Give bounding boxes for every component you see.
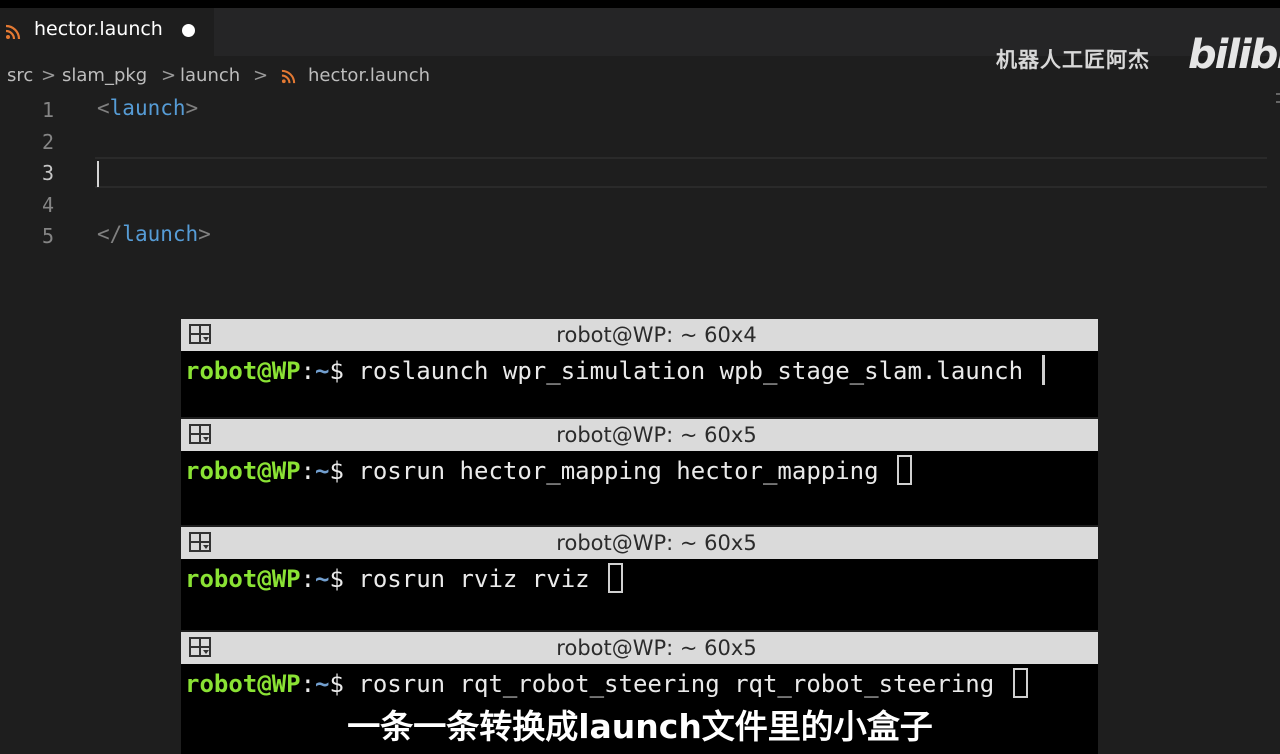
prompt-user: robot@WP <box>185 457 301 485</box>
terminal-command: rosrun rqt_robot_steering rqt_robot_stee… <box>358 670 995 698</box>
text-cursor <box>97 161 99 187</box>
tab-hector-launch[interactable]: hector.launch <box>0 8 214 56</box>
terminal-command-line[interactable]: robot@WP:~$ roslaunch wpr_simulation wpb… <box>185 355 1045 385</box>
terminal-title: robot@WP: ~ 60x4 <box>556 323 757 347</box>
breadcrumb-item-file[interactable]: hector.launch <box>308 65 430 86</box>
prompt-user: robot@WP <box>185 670 301 698</box>
terminal-command: rosrun hector_mapping hector_mapping <box>358 457 879 485</box>
terminal-cursor <box>1012 668 1028 698</box>
terminal-title-bar[interactable]: robot@WP: ~ 60x5 <box>181 632 1098 664</box>
scrollbar-marker <box>1276 93 1280 95</box>
chevron-right-icon: > <box>253 65 269 86</box>
terminal-title-bar[interactable]: robot@WP: ~ 60x5 <box>181 419 1098 451</box>
terminal-title: robot@WP: ~ 60x5 <box>556 531 757 555</box>
terminal-command: rosrun rviz rviz <box>358 565 590 593</box>
chevron-right-icon: > <box>41 65 57 86</box>
tag-open-bracket: </ <box>97 222 123 246</box>
terminal-command: roslaunch wpr_simulation wpb_stage_slam.… <box>358 357 1024 385</box>
prompt-dollar: $ <box>329 670 344 698</box>
tag-close-bracket: > <box>185 96 199 120</box>
video-subtitle: 一条一条转换成launch文件里的小盒子 <box>347 707 933 746</box>
tag-close-bracket: > <box>198 222 211 246</box>
breadcrumb-item-launch[interactable]: launch <box>180 65 240 86</box>
unsaved-dot-icon[interactable] <box>182 24 195 37</box>
prompt-colon: : <box>300 565 316 593</box>
current-line-highlight <box>95 157 1267 188</box>
terminal-title: robot@WP: ~ 60x5 <box>556 423 757 447</box>
prompt-dollar: $ <box>329 457 344 485</box>
breadcrumb-item-src[interactable]: src <box>7 65 33 86</box>
prompt-dollar: $ <box>329 565 344 593</box>
line-number-active: 3 <box>41 161 54 185</box>
prompt-colon: : <box>300 457 316 485</box>
line-number: 4 <box>41 193 54 217</box>
bilibili-logo: bilibili <box>1188 32 1280 78</box>
tag-open-bracket: < <box>97 96 110 120</box>
line-number: 2 <box>41 130 54 154</box>
rss-icon <box>281 69 296 84</box>
terminal-window-2[interactable]: robot@WP: ~ 60x5 robot@WP:~$ rosrun hect… <box>181 419 1098 525</box>
top-strip <box>0 0 1280 8</box>
terminal-command-line[interactable]: robot@WP:~$ rosrun rqt_robot_steering rq… <box>185 668 1028 698</box>
prompt-colon: : <box>300 357 316 385</box>
scrollbar-marker <box>1276 101 1280 103</box>
tag-name: launch <box>122 222 199 246</box>
prompt-path: ~ <box>315 357 330 385</box>
tab-label: hector.launch <box>34 18 163 40</box>
terminal-command-line[interactable]: robot@WP:~$ rosrun hector_mapping hector… <box>185 455 913 485</box>
terminal-cursor <box>1041 355 1045 385</box>
terminal-cursor <box>608 563 624 593</box>
channel-watermark: 机器人工匠阿杰 <box>996 48 1150 72</box>
chevron-right-icon: > <box>161 65 177 86</box>
prompt-user: robot@WP <box>185 357 301 385</box>
code-line-5[interactable]: </launch> <box>97 222 211 246</box>
terminal-window-1[interactable]: robot@WP: ~ 60x4 robot@WP:~$ roslaunch w… <box>181 319 1098 417</box>
code-line-1[interactable]: <launch> <box>97 96 198 120</box>
rss-icon <box>5 24 21 40</box>
prompt-user: robot@WP <box>185 565 301 593</box>
prompt-path: ~ <box>315 670 330 698</box>
terminal-title-bar[interactable]: robot@WP: ~ 60x4 <box>181 319 1098 351</box>
prompt-colon: : <box>300 670 316 698</box>
line-number: 5 <box>41 224 54 248</box>
terminal-title: robot@WP: ~ 60x5 <box>556 636 757 660</box>
terminal-cursor <box>897 455 913 485</box>
prompt-path: ~ <box>315 565 330 593</box>
breadcrumb-item-slam-pkg[interactable]: slam_pkg <box>62 65 147 86</box>
terminal-title-bar[interactable]: robot@WP: ~ 60x5 <box>181 527 1098 559</box>
prompt-dollar: $ <box>329 357 344 385</box>
terminal-command-line[interactable]: robot@WP:~$ rosrun rviz rviz <box>185 563 624 593</box>
line-number: 1 <box>41 98 54 122</box>
tag-name: launch <box>109 96 186 120</box>
terminal-window-3[interactable]: robot@WP: ~ 60x5 robot@WP:~$ rosrun rviz… <box>181 527 1098 630</box>
prompt-path: ~ <box>315 457 330 485</box>
